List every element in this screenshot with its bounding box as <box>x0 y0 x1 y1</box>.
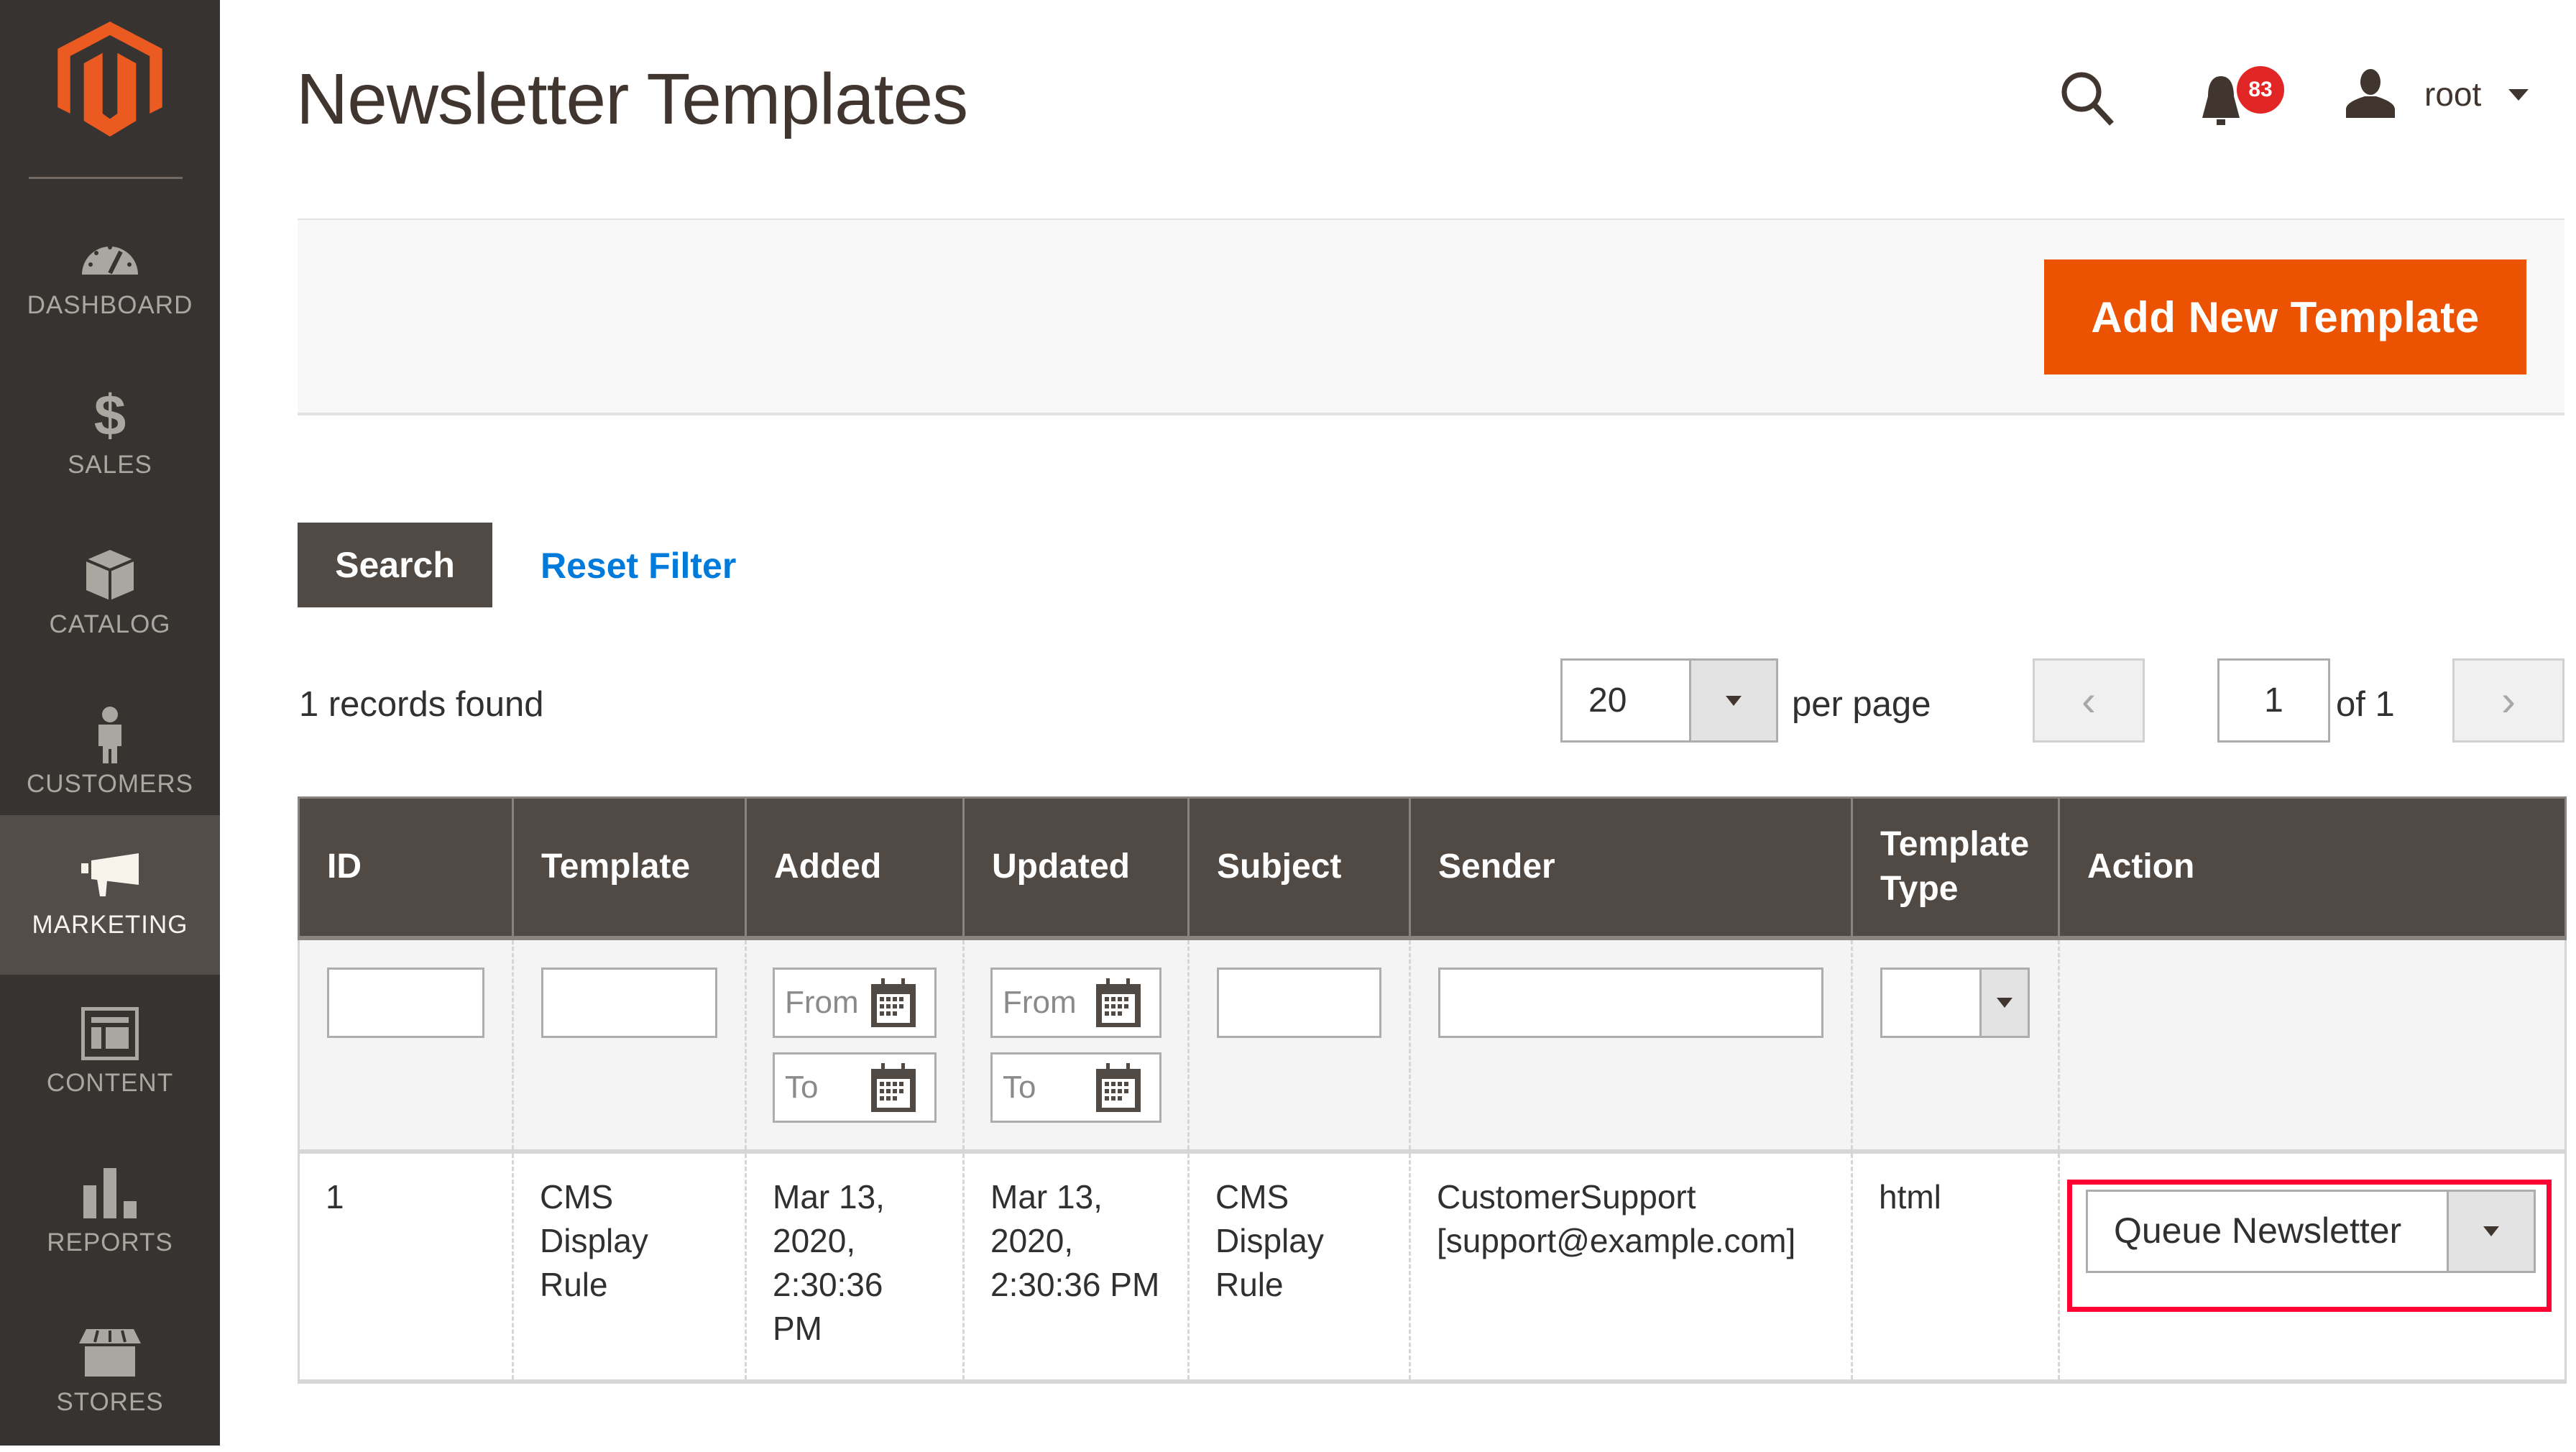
column-header-id[interactable]: ID <box>298 796 514 938</box>
notifications-button[interactable] <box>2199 75 2242 130</box>
bell-icon <box>2202 76 2240 125</box>
records-count: 1 records found <box>299 685 544 724</box>
sidebar-item-label: Sales <box>68 451 152 479</box>
column-header-template-type[interactable]: Template Type <box>1851 796 2060 938</box>
filter-added-from[interactable] <box>773 967 937 1038</box>
cell-sender: CustomerSupport [support@example.com] <box>1409 1149 1853 1384</box>
layout-icon <box>78 1007 142 1060</box>
sidebar-item-marketing[interactable]: Marketing <box>0 815 220 975</box>
chevron-right-icon: › <box>2501 676 2516 725</box>
column-header-template[interactable]: Template <box>512 796 747 938</box>
calendar-icon[interactable] <box>1095 1062 1142 1113</box>
cell-added: Mar 13, 2020, 2:30:36 PM <box>745 1149 965 1384</box>
sidebar-item-stores[interactable]: Stores <box>0 1292 220 1452</box>
newsletter-templates-grid: ID Template Added Updated Subject Sender… <box>298 796 2567 1384</box>
filter-updated-from[interactable] <box>990 967 1162 1038</box>
bar-chart-icon <box>78 1168 142 1218</box>
cell-template: CMS Display Rule <box>512 1149 747 1384</box>
global-search-button[interactable] <box>2060 70 2117 132</box>
admin-sidebar: Dashboard $ Sales Catalog Customers Mark… <box>0 0 220 1446</box>
calendar-icon[interactable] <box>1095 978 1142 1029</box>
sidebar-item-label: Catalog <box>49 610 171 638</box>
column-header-updated[interactable]: Updated <box>962 796 1190 938</box>
grid-filter-row <box>298 935 2567 1152</box>
filter-template-input[interactable] <box>541 967 717 1038</box>
sender-name: CustomerSupport <box>1437 1177 1696 1216</box>
column-header-action: Action <box>2058 796 2567 938</box>
filter-template-type-select[interactable] <box>1880 967 2030 1038</box>
per-page-label: per page <box>1792 685 1931 724</box>
box-icon <box>78 550 142 600</box>
user-name[interactable]: root <box>2424 75 2481 114</box>
next-page-button[interactable]: › <box>2452 658 2564 743</box>
chevron-down-icon <box>2483 1226 2499 1236</box>
filter-updated-to[interactable] <box>990 1052 1162 1123</box>
sidebar-item-customers[interactable]: Customers <box>0 674 220 834</box>
calendar-icon[interactable] <box>870 978 917 1029</box>
notifications-count-badge[interactable]: 83 <box>2237 66 2284 114</box>
per-page-toggle[interactable] <box>1689 661 1776 740</box>
sidebar-item-reports[interactable]: Reports <box>0 1133 220 1292</box>
row-action-toggle[interactable] <box>2447 1191 2534 1271</box>
calendar-icon[interactable] <box>870 1062 917 1113</box>
cell-updated: Mar 13, 2020, 2:30:36 PM <box>962 1149 1190 1384</box>
chevron-down-icon <box>1997 997 2012 1008</box>
sidebar-item-label: Customers <box>27 770 193 798</box>
sidebar-divider <box>29 177 183 179</box>
chevron-left-icon: ‹ <box>2082 676 2096 725</box>
user-icon <box>2346 69 2395 118</box>
filter-sender-input[interactable] <box>1438 967 1823 1038</box>
cell-template-type: html <box>1851 1149 2060 1384</box>
sidebar-item-label: Stores <box>56 1388 164 1416</box>
page-title: Newsletter Templates <box>296 59 968 139</box>
storefront-icon <box>78 1328 142 1378</box>
filter-id-input[interactable] <box>327 967 484 1038</box>
cell-action: Queue Newsletter <box>2058 1149 2567 1384</box>
sidebar-item-content[interactable]: Content <box>0 973 220 1133</box>
sidebar-item-dashboard[interactable]: Dashboard <box>0 196 220 355</box>
column-header-subject[interactable]: Subject <box>1187 796 1411 938</box>
reset-filter-link[interactable]: Reset Filter <box>540 545 736 587</box>
user-account-button[interactable] <box>2345 69 2396 121</box>
column-header-added[interactable]: Added <box>745 796 965 938</box>
sidebar-item-label: Content <box>46 1069 174 1097</box>
dashboard-gauge-icon <box>78 231 142 281</box>
filter-subject-input[interactable] <box>1217 967 1381 1038</box>
row-action-value: Queue Newsletter <box>2114 1210 2402 1251</box>
current-page-input[interactable] <box>2217 658 2330 743</box>
table-row[interactable]: 1 CMS Display Rule Mar 13, 2020, 2:30:36… <box>298 1149 2567 1384</box>
column-header-sender[interactable]: Sender <box>1409 796 1853 938</box>
search-icon <box>2061 72 2114 126</box>
row-action-select[interactable]: Queue Newsletter <box>2086 1189 2536 1273</box>
per-page-select[interactable]: 20 <box>1560 658 1778 743</box>
add-new-template-button[interactable]: Add New Template <box>2044 259 2526 375</box>
total-pages-label: of 1 <box>2336 685 2395 724</box>
sidebar-item-label: Dashboard <box>27 291 193 319</box>
sidebar-item-catalog[interactable]: Catalog <box>0 515 220 674</box>
user-menu-chevron-down-icon[interactable] <box>2508 89 2529 101</box>
grid-header-row: ID Template Added Updated Subject Sender… <box>298 796 2567 938</box>
chevron-down-icon <box>1726 695 1742 706</box>
megaphone-icon <box>78 850 142 901</box>
cell-id: 1 <box>298 1149 514 1384</box>
cell-subject: CMS Display Rule <box>1187 1149 1411 1384</box>
filter-action-empty <box>2058 935 2567 1152</box>
previous-page-button[interactable]: ‹ <box>2033 658 2145 743</box>
dollar-icon: $ <box>93 383 126 447</box>
sidebar-item-label: Marketing <box>32 911 188 939</box>
sidebar-item-sales[interactable]: $ Sales <box>0 355 220 515</box>
filter-added-to[interactable] <box>773 1052 937 1123</box>
sender-email: [support@example.com] <box>1437 1221 1796 1259</box>
sidebar-item-label: Reports <box>47 1228 173 1256</box>
search-button[interactable]: Search <box>298 523 492 607</box>
per-page-value: 20 <box>1588 681 1627 720</box>
magento-logo-icon[interactable] <box>56 22 164 137</box>
person-icon <box>78 707 142 763</box>
